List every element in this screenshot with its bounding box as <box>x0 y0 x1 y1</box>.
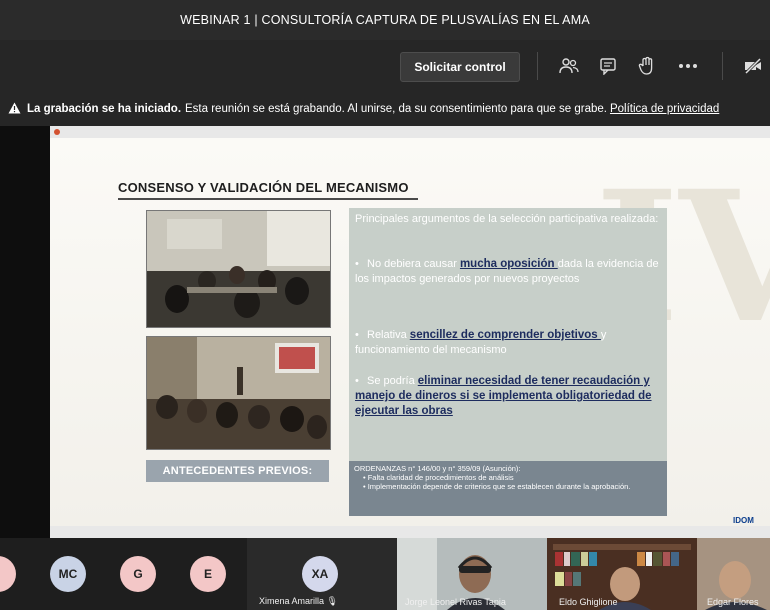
participant-avatar-e[interactable]: E <box>190 556 226 592</box>
ordenanzas-item-2: • Implementación depende de criterios qu… <box>363 482 631 491</box>
ordenanzas-box: ORDENANZAS n° 146/00 y n° 359/09 (Asunci… <box>349 461 667 516</box>
participant-tile-jorge[interactable]: Jorge Leonel Rivas Tapia <box>397 538 547 610</box>
participant-name: Jorge Leonel Rivas Tapia <box>405 597 506 607</box>
participant-name: Ximena Amarilla 🎙 <box>259 596 338 606</box>
argument-bullet-2: • Relativa sencillez de comprender objeti… <box>355 329 607 356</box>
bullet-icon: • <box>355 329 359 341</box>
camera-off-icon[interactable] <box>740 54 766 78</box>
recording-notice: La grabación se ha iniciado. Esta reunió… <box>0 92 770 126</box>
participant-name: Eldo Ghiglione <box>559 597 618 607</box>
warning-icon <box>8 102 21 117</box>
meeting-photo-2 <box>146 336 331 450</box>
title-underline <box>118 198 418 200</box>
more-icon[interactable] <box>675 54 701 78</box>
window-title: WEBINAR 1 | CONSULTORÍA CAPTURA DE PLUSV… <box>0 0 770 40</box>
powerpoint-icon <box>54 129 60 135</box>
participant-tile-eldo[interactable]: Eldo Ghiglione <box>547 538 697 610</box>
request-control-button[interactable]: Solicitar control <box>400 52 520 82</box>
participant-avatar-mc[interactable]: MC <box>50 556 86 592</box>
toolbar-divider <box>537 52 538 80</box>
meeting-photo-1 <box>146 210 331 328</box>
privacy-policy-link[interactable]: Política de privacidad <box>610 103 719 115</box>
presentation-slide: IV CONSENSO Y VALIDACIÓN DEL MECANISMO <box>50 138 770 534</box>
ordenanzas-item-1: • Falta claridad de procedimientos de an… <box>363 473 514 482</box>
chat-icon[interactable] <box>595 54 621 78</box>
ordenanzas-heading: ORDENANZAS n° 146/00 y n° 359/09 (Asunci… <box>354 464 521 473</box>
presentation-status-bar <box>50 526 770 538</box>
mic-muted-icon: 🎙 <box>326 596 338 606</box>
antecedentes-label: ANTECEDENTES PREVIOS: <box>146 460 329 482</box>
argument-bullet-3: • Se podría eliminar necesidad de tener r… <box>355 375 652 417</box>
participant-name: Edgar Flores <box>707 597 759 607</box>
participants-icon[interactable] <box>556 54 582 78</box>
toolbar-divider <box>722 52 723 80</box>
participant-gallery: MC G E XA Ximena Amarilla 🎙 Jorge Leonel… <box>0 538 770 610</box>
participant-avatar[interactable] <box>0 556 16 592</box>
arguments-intro: Principales argumentos de la selección p… <box>355 213 659 225</box>
arguments-box: Principales argumentos de la selección p… <box>349 208 667 463</box>
argument-bullet-1: • No debiera causar mucha oposición dada … <box>355 258 659 285</box>
slide-title: CONSENSO Y VALIDACIÓN DEL MECANISMO <box>118 180 409 195</box>
bullet-icon: • <box>355 375 359 387</box>
participant-avatar-g[interactable]: G <box>120 556 156 592</box>
raise-hand-icon[interactable] <box>634 54 660 78</box>
participant-tile-ximena[interactable]: XA Ximena Amarilla 🎙 <box>247 538 397 610</box>
recording-notice-text: Esta reunión se está grabando. Al unirse… <box>185 103 607 115</box>
participant-avatar-xa: XA <box>302 556 338 592</box>
recording-notice-title: La grabación se ha iniciado. <box>27 103 182 115</box>
company-logo: IDOM <box>733 516 754 525</box>
meeting-toolbar: Solicitar control <box>0 40 770 92</box>
presentation-window-bar <box>50 126 770 138</box>
bullet-icon: • <box>355 258 359 270</box>
participant-tile-edgar[interactable]: Edgar Flores <box>697 538 770 610</box>
shared-screen: IV CONSENSO Y VALIDACIÓN DEL MECANISMO <box>0 126 770 538</box>
